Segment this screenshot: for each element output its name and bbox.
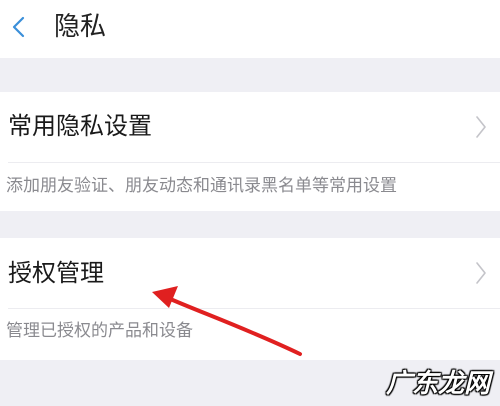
page-title: 隐私 [54,12,107,42]
common-privacy-card: 常用隐私设置 添加朋友验证、朋友动态和通讯录黑名单等常用设置 [0,92,500,211]
authorization-card: 授权管理 管理已授权的产品和设备 [0,238,500,360]
divider [8,308,500,309]
authorization-management-item[interactable]: 授权管理 [0,238,500,308]
divider [8,162,500,163]
common-privacy-settings-item[interactable]: 常用隐私设置 [0,92,500,162]
back-button[interactable] [6,13,34,41]
common-privacy-settings-label: 常用隐私设置 [8,112,152,140]
watermark-logo: 广东龙网 [385,369,490,399]
common-privacy-settings-description: 添加朋友验证、朋友动态和通讯录黑名单等常用设置 [6,176,397,196]
authorization-management-description: 管理已授权的产品和设备 [6,321,193,341]
top-bar: 隐私 [0,0,500,58]
chevron-right-icon [476,262,486,284]
authorization-management-label: 授权管理 [8,259,104,287]
chevron-left-icon [12,16,25,38]
chevron-right-icon [476,116,486,138]
